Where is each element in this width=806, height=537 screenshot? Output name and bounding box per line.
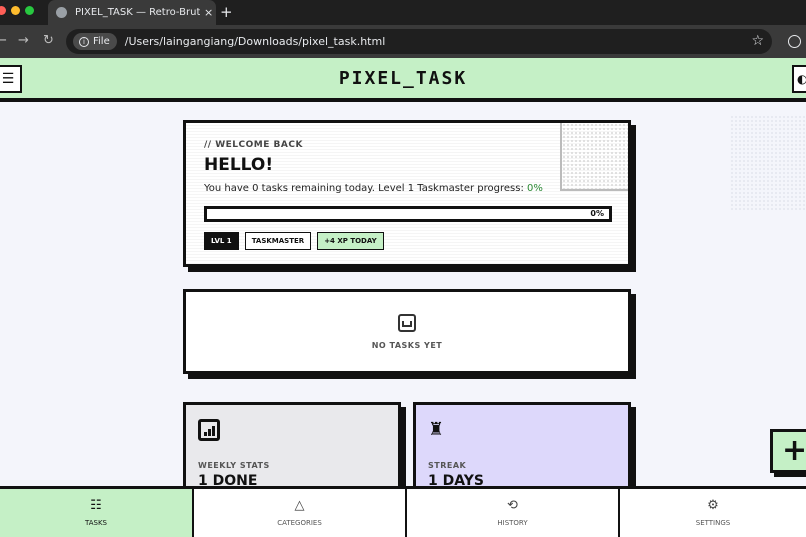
- nav-label-tasks: TASKS: [85, 519, 107, 527]
- nav-item-tasks[interactable]: ☷ TASKS: [0, 489, 194, 537]
- rank-badge: TASKMASTER: [244, 232, 312, 250]
- site-info-chip[interactable]: i File: [73, 33, 117, 50]
- back-button[interactable]: ←: [0, 33, 7, 48]
- streak-label: STREAK: [428, 461, 467, 470]
- browser-tab[interactable]: PIXEL_TASK — Retro-Brutalis ×: [48, 0, 216, 25]
- url-text[interactable]: /Users/laingangiang/Downloads/pixel_task…: [125, 35, 386, 48]
- xp-badge: +4 XP TODAY: [317, 232, 384, 250]
- nav-item-categories[interactable]: △ CATEGORIES: [194, 489, 407, 537]
- level-badge: LVL 1: [204, 232, 239, 250]
- list-icon: ☷: [90, 498, 102, 513]
- badge-row: LVL 1 TASKMASTER +4 XP TODAY: [204, 232, 610, 250]
- chip-label: File: [93, 36, 110, 47]
- bottom-navigation: ☷ TASKS △ CATEGORIES ⟲ HISTORY ⚙ SETTING…: [0, 486, 806, 537]
- empty-state-label: NO TASKS YET: [371, 340, 443, 350]
- profile-button[interactable]: ◐: [792, 65, 806, 93]
- welcome-heading: HELLO!: [204, 155, 274, 175]
- app-header: ☰ PIXEL_TASK ◐: [0, 58, 806, 102]
- progress-bar-label: 0%: [590, 209, 604, 218]
- weekly-stats-label: WEEKLY STATS: [198, 461, 270, 470]
- corner-decoration: [560, 123, 628, 191]
- nav-label-settings: SETTINGS: [695, 519, 731, 527]
- browser-profile-icon[interactable]: [788, 35, 801, 48]
- app-title: PIXEL_TASK: [338, 68, 468, 89]
- shapes-icon: △: [294, 498, 305, 513]
- add-task-button[interactable]: +: [770, 429, 806, 473]
- profile-icon: ◐: [797, 72, 806, 86]
- info-icon: i: [79, 36, 89, 47]
- maximize-window-button[interactable]: [25, 6, 34, 15]
- nav-label-history: HISTORY: [497, 519, 528, 527]
- inbox-icon: [398, 313, 416, 332]
- minimize-window-button[interactable]: [11, 6, 20, 15]
- address-bar[interactable]: i File /Users/laingangiang/Downloads/pix…: [66, 29, 772, 54]
- welcome-card: // WELCOME BACK HELLO! You have 0 tasks …: [183, 120, 631, 267]
- bar-chart-icon: [198, 419, 220, 441]
- browser-toolbar: ← → ↻ i File /Users/laingangiang/Downloa…: [0, 25, 806, 58]
- nav-item-history[interactable]: ⟲ HISTORY: [407, 489, 620, 537]
- nav-item-settings[interactable]: ⚙ SETTINGS: [620, 489, 806, 537]
- medal-icon: ♜: [428, 419, 445, 440]
- forward-button[interactable]: →: [18, 33, 29, 48]
- tab-close-icon[interactable]: ×: [204, 6, 213, 19]
- progress-percent-text: 0%: [527, 183, 543, 194]
- bookmark-star-icon[interactable]: ☆: [751, 33, 764, 49]
- welcome-message-text: You have 0 tasks remaining today. Level …: [204, 183, 528, 194]
- reload-button[interactable]: ↻: [43, 33, 54, 48]
- history-icon: ⟲: [507, 498, 518, 513]
- gear-icon: ⚙: [707, 498, 719, 513]
- globe-icon: [56, 7, 67, 18]
- welcome-eyebrow: // WELCOME BACK: [204, 140, 303, 150]
- welcome-message: You have 0 tasks remaining today. Level …: [204, 183, 610, 194]
- task-list-empty-state: NO TASKS YET: [183, 289, 631, 374]
- close-window-button[interactable]: [0, 6, 6, 15]
- background-dot-pattern: [730, 115, 806, 210]
- plus-icon: +: [782, 433, 806, 468]
- tab-title: PIXEL_TASK — Retro-Brutalis: [75, 7, 200, 18]
- nav-label-categories: CATEGORIES: [277, 519, 322, 527]
- level-progress-bar: 0%: [204, 206, 612, 222]
- browser-tab-bar: PIXEL_TASK — Retro-Brutalis × +: [0, 0, 806, 25]
- new-tab-button[interactable]: +: [220, 3, 233, 21]
